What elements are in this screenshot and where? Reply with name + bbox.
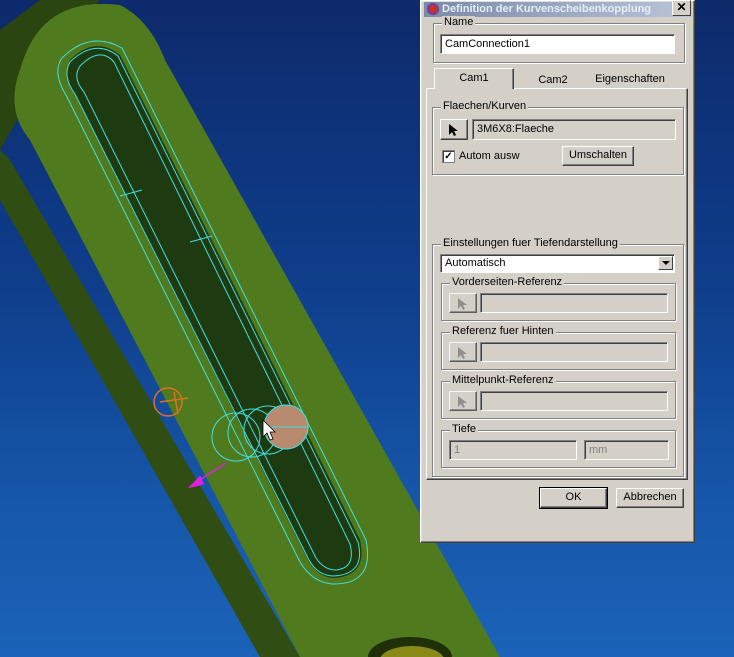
app-icon	[427, 3, 439, 15]
surface-selection-field[interactable]: 3M6X8:Flaeche	[472, 119, 676, 140]
switch-button[interactable]: Umschalten	[562, 146, 634, 166]
name-field[interactable]: CamConnection1	[440, 34, 675, 54]
arrow-cursor-icon	[458, 396, 467, 408]
front-reference-field[interactable]	[480, 293, 668, 313]
back-reference-label: Referenz fuer Hinten	[450, 325, 556, 337]
depth-value-field[interactable]: 1	[449, 440, 577, 460]
center-reference-field[interactable]	[480, 391, 668, 411]
close-icon: ✕	[676, 0, 687, 14]
cancel-button[interactable]: Abbrechen	[616, 488, 684, 508]
pick-back-reference-button[interactable]	[449, 342, 477, 362]
depth-mode-value: Automatisch	[445, 257, 506, 269]
slot-cavity	[66, 46, 362, 579]
name-group-label: Name	[442, 16, 476, 28]
pick-front-reference-button[interactable]	[449, 293, 477, 313]
arrow-cursor-icon	[458, 298, 467, 310]
chevron-down-icon[interactable]	[658, 256, 673, 270]
surfaces-group: Flaechen/Kurven	[432, 100, 684, 175]
pick-center-reference-button[interactable]	[449, 391, 477, 411]
arrow-cursor-icon	[458, 347, 467, 359]
depth-settings-label: Einstellungen fuer Tiefendarstellung	[441, 237, 620, 249]
tab-cam2-label: Cam2	[538, 74, 568, 86]
depth-mode-select[interactable]: Automatisch	[440, 254, 675, 273]
tab-cam1[interactable]: Cam1	[434, 68, 514, 89]
auto-select-checkbox[interactable]: ✓	[442, 150, 455, 163]
center-reference-label: Mittelpunkt-Referenz	[450, 374, 556, 386]
surfaces-group-label: Flaechen/Kurven	[441, 100, 529, 112]
ok-button[interactable]: OK	[539, 487, 608, 509]
dialog-title: Definition der Kurvenscheibenkopplung	[442, 3, 652, 15]
close-button[interactable]: ✕	[672, 0, 691, 16]
arrow-cursor-icon	[449, 124, 458, 136]
tab-properties-label: Eigenschaften	[595, 73, 665, 85]
tab-properties[interactable]: Eigenschaften	[590, 70, 670, 90]
depth-unit-field[interactable]: mm	[584, 440, 669, 460]
auto-select-label: Autom ausw	[459, 150, 520, 162]
front-reference-label: Vorderseiten-Referenz	[450, 276, 565, 288]
depth-label: Tiefe	[450, 423, 479, 435]
back-reference-field[interactable]	[480, 342, 668, 362]
tab-cam1-label: Cam1	[459, 72, 489, 84]
pick-surface-button[interactable]	[440, 119, 468, 140]
dialog-titlebar[interactable]: Definition der Kurvenscheibenkopplung	[424, 2, 691, 17]
